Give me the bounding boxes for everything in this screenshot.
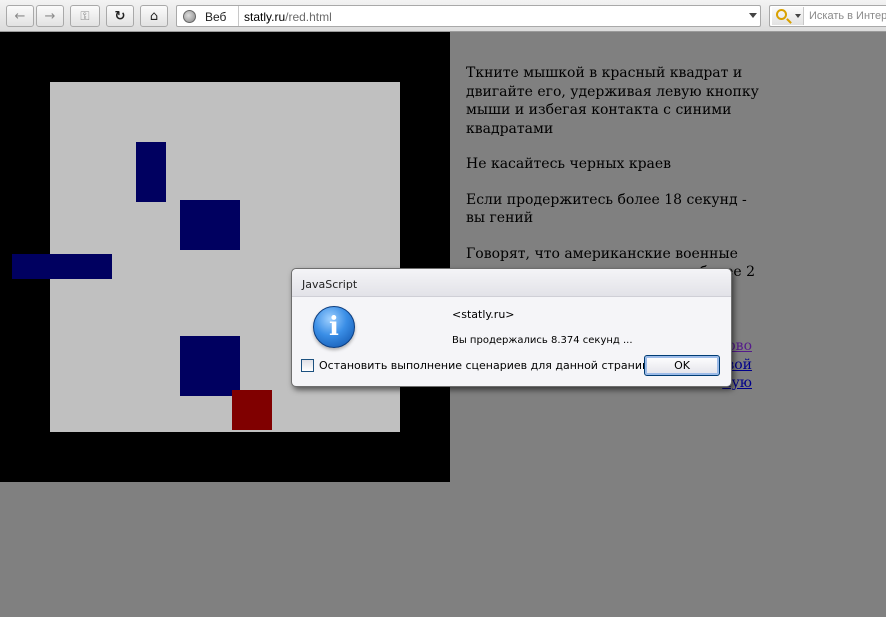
ok-button[interactable]: OK — [644, 355, 720, 376]
instruction-text: Не касайтесь черных краев — [466, 156, 672, 172]
address-bar[interactable]: Веб statly.ru/red.html — [176, 5, 761, 27]
blue-square — [180, 336, 240, 396]
search-engine-label[interactable]: Веб — [205, 10, 226, 24]
url-path: /red.html — [285, 10, 332, 24]
search-placeholder[interactable]: Искать в Интернет — [809, 10, 886, 22]
blue-square — [12, 254, 112, 279]
globe-icon — [183, 10, 196, 23]
url-host: statly.ru — [244, 10, 286, 24]
stop-scripts-label[interactable]: Остановить выполнение сценариев для данн… — [319, 359, 658, 372]
dialog-message: Вы продержались 8.374 секунд ... — [452, 335, 633, 346]
home-icon: ⌂ — [149, 8, 159, 24]
url-text[interactable]: statly.ru/red.html — [244, 10, 332, 24]
stop-scripts-checkbox[interactable] — [301, 359, 314, 372]
search-engine-button[interactable] — [772, 7, 804, 25]
back-button[interactable]: ← — [6, 5, 34, 27]
arrow-right-icon: → — [44, 8, 56, 24]
key-button[interactable]: ⚿ — [70, 5, 100, 27]
blue-square — [136, 142, 166, 202]
dialog-origin: <statly.ru> — [452, 308, 515, 321]
reload-button[interactable]: ↻ — [106, 5, 134, 27]
search-icon — [776, 9, 787, 20]
forward-button[interactable]: → — [36, 5, 64, 27]
red-square[interactable] — [232, 390, 272, 430]
javascript-alert-dialog: JavaScript i <statly.ru> Вы продержались… — [291, 268, 732, 387]
instruction-text: Ткните мышкой в красный квадрат и двигай… — [466, 65, 759, 137]
chevron-down-icon — [795, 14, 801, 18]
search-box[interactable]: Искать в Интернет — [769, 5, 886, 27]
info-icon: i — [313, 306, 355, 348]
arrow-left-icon: ← — [14, 8, 26, 24]
instruction-text: Если продержитесь более 18 секунд - вы г… — [466, 191, 747, 227]
dialog-title: JavaScript — [292, 269, 731, 297]
browser-toolbar: ← → ⚿ ↻ ⌂ Веб statly.ru/red.html Искать … — [0, 0, 886, 32]
chevron-down-icon[interactable] — [749, 13, 757, 18]
home-button[interactable]: ⌂ — [140, 5, 168, 27]
blue-square — [180, 200, 240, 250]
address-separator — [238, 6, 239, 26]
reload-icon: ↻ — [114, 8, 126, 24]
key-icon: ⚿ — [80, 8, 90, 23]
